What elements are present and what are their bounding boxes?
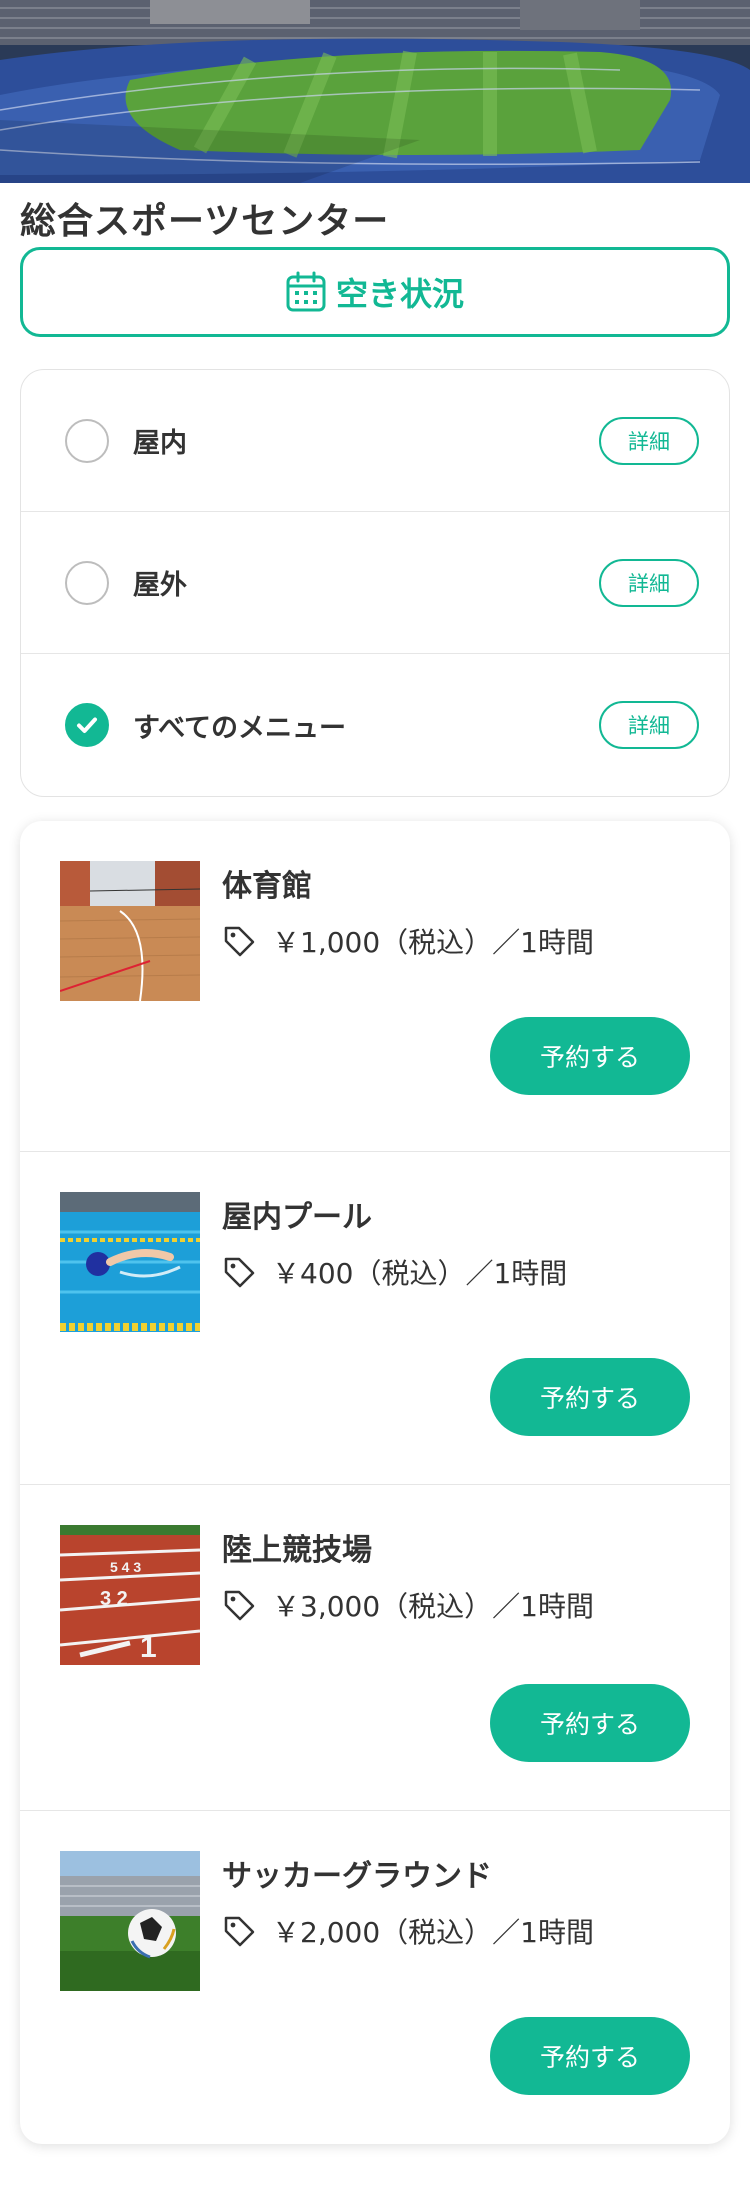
checkmark-icon	[77, 717, 97, 733]
filter-option-outdoor[interactable]: 屋外 詳細	[21, 512, 729, 654]
price-line: ￥1,000（税込）／1時間	[222, 921, 594, 961]
filter-option-all-menus[interactable]: すべてのメニュー 詳細	[21, 654, 729, 796]
svg-text:1: 1	[140, 1631, 157, 1664]
filter-label: すべてのメニュー	[133, 712, 347, 744]
hero-stadium-image	[0, 0, 750, 183]
availability-button[interactable]: 空き状況	[20, 247, 730, 337]
filter-option-indoor[interactable]: 屋内 詳細	[21, 370, 729, 512]
calendar-icon	[286, 271, 326, 312]
svg-text:5 4 3: 5 4 3	[110, 1559, 141, 1575]
radio-button-checked[interactable]	[65, 703, 109, 747]
menu-title: 屋内プール	[222, 1200, 372, 1235]
soccer-field-image	[60, 1851, 200, 1991]
detail-button[interactable]: 詳細	[599, 558, 699, 607]
price-line: ￥2,000（税込）／1時間	[222, 1911, 594, 1951]
price-line: ￥400（税込）／1時間	[222, 1252, 567, 1292]
filter-label: 屋内	[133, 428, 187, 459]
menu-item-soccer-field: サッカーグラウンド ￥2,000（税込）／1時間 予約する	[20, 1811, 730, 2144]
price-tag-icon	[224, 1257, 255, 1288]
reserve-button[interactable]: 予約する	[490, 1017, 690, 1095]
price-text: ￥3,000（税込）／1時間	[272, 1590, 594, 1623]
menu-item-athletics-track: 5 4 3 3 2 1 陸上競技場 ￥3,000（税込）／1時間 予約する	[20, 1485, 730, 1811]
svg-text:3 2: 3 2	[100, 1588, 128, 1610]
menu-list: 体育館 ￥1,000（税込）／1時間 予約する 屋内プール ￥400（税込）／1…	[20, 821, 730, 2144]
radio-button[interactable]	[65, 560, 109, 605]
menu-item-indoor-pool: 屋内プール ￥400（税込）／1時間 予約する	[20, 1152, 730, 1485]
filter-label: 屋外	[133, 570, 187, 601]
reserve-button[interactable]: 予約する	[490, 2017, 690, 2095]
menu-title: サッカーグラウンド	[222, 1859, 492, 1894]
price-text: ￥400（税込）／1時間	[272, 1257, 568, 1290]
price-text: ￥2,000（税込）／1時間	[272, 1916, 594, 1949]
reserve-button[interactable]: 予約する	[490, 1358, 690, 1436]
detail-button[interactable]: 詳細	[599, 701, 699, 749]
price-line: ￥3,000（税込）／1時間	[222, 1585, 594, 1625]
reserve-button[interactable]: 予約する	[490, 1684, 690, 1762]
menu-item-gymnasium: 体育館 ￥1,000（税込）／1時間 予約する	[20, 821, 730, 1152]
price-tag-icon	[224, 1590, 255, 1621]
radio-button[interactable]	[65, 418, 109, 463]
price-text: ￥1,000（税込）／1時間	[272, 926, 594, 959]
athletics-track-image: 5 4 3 3 2 1	[60, 1525, 200, 1665]
gymnasium-image	[60, 861, 200, 1001]
indoor-pool-image	[60, 1192, 200, 1332]
price-tag-icon	[224, 1916, 255, 1947]
menu-title: 陸上競技場	[222, 1533, 372, 1568]
detail-button[interactable]: 詳細	[599, 416, 699, 465]
facility-name: 総合スポーツセンター	[20, 201, 390, 242]
availability-label: 空き状況	[335, 275, 464, 313]
menu-title: 体育館	[222, 869, 312, 904]
price-tag-icon	[224, 926, 255, 957]
category-filter-list: 屋内 詳細 屋外 詳細 すべてのメニュー 詳細	[20, 369, 730, 797]
